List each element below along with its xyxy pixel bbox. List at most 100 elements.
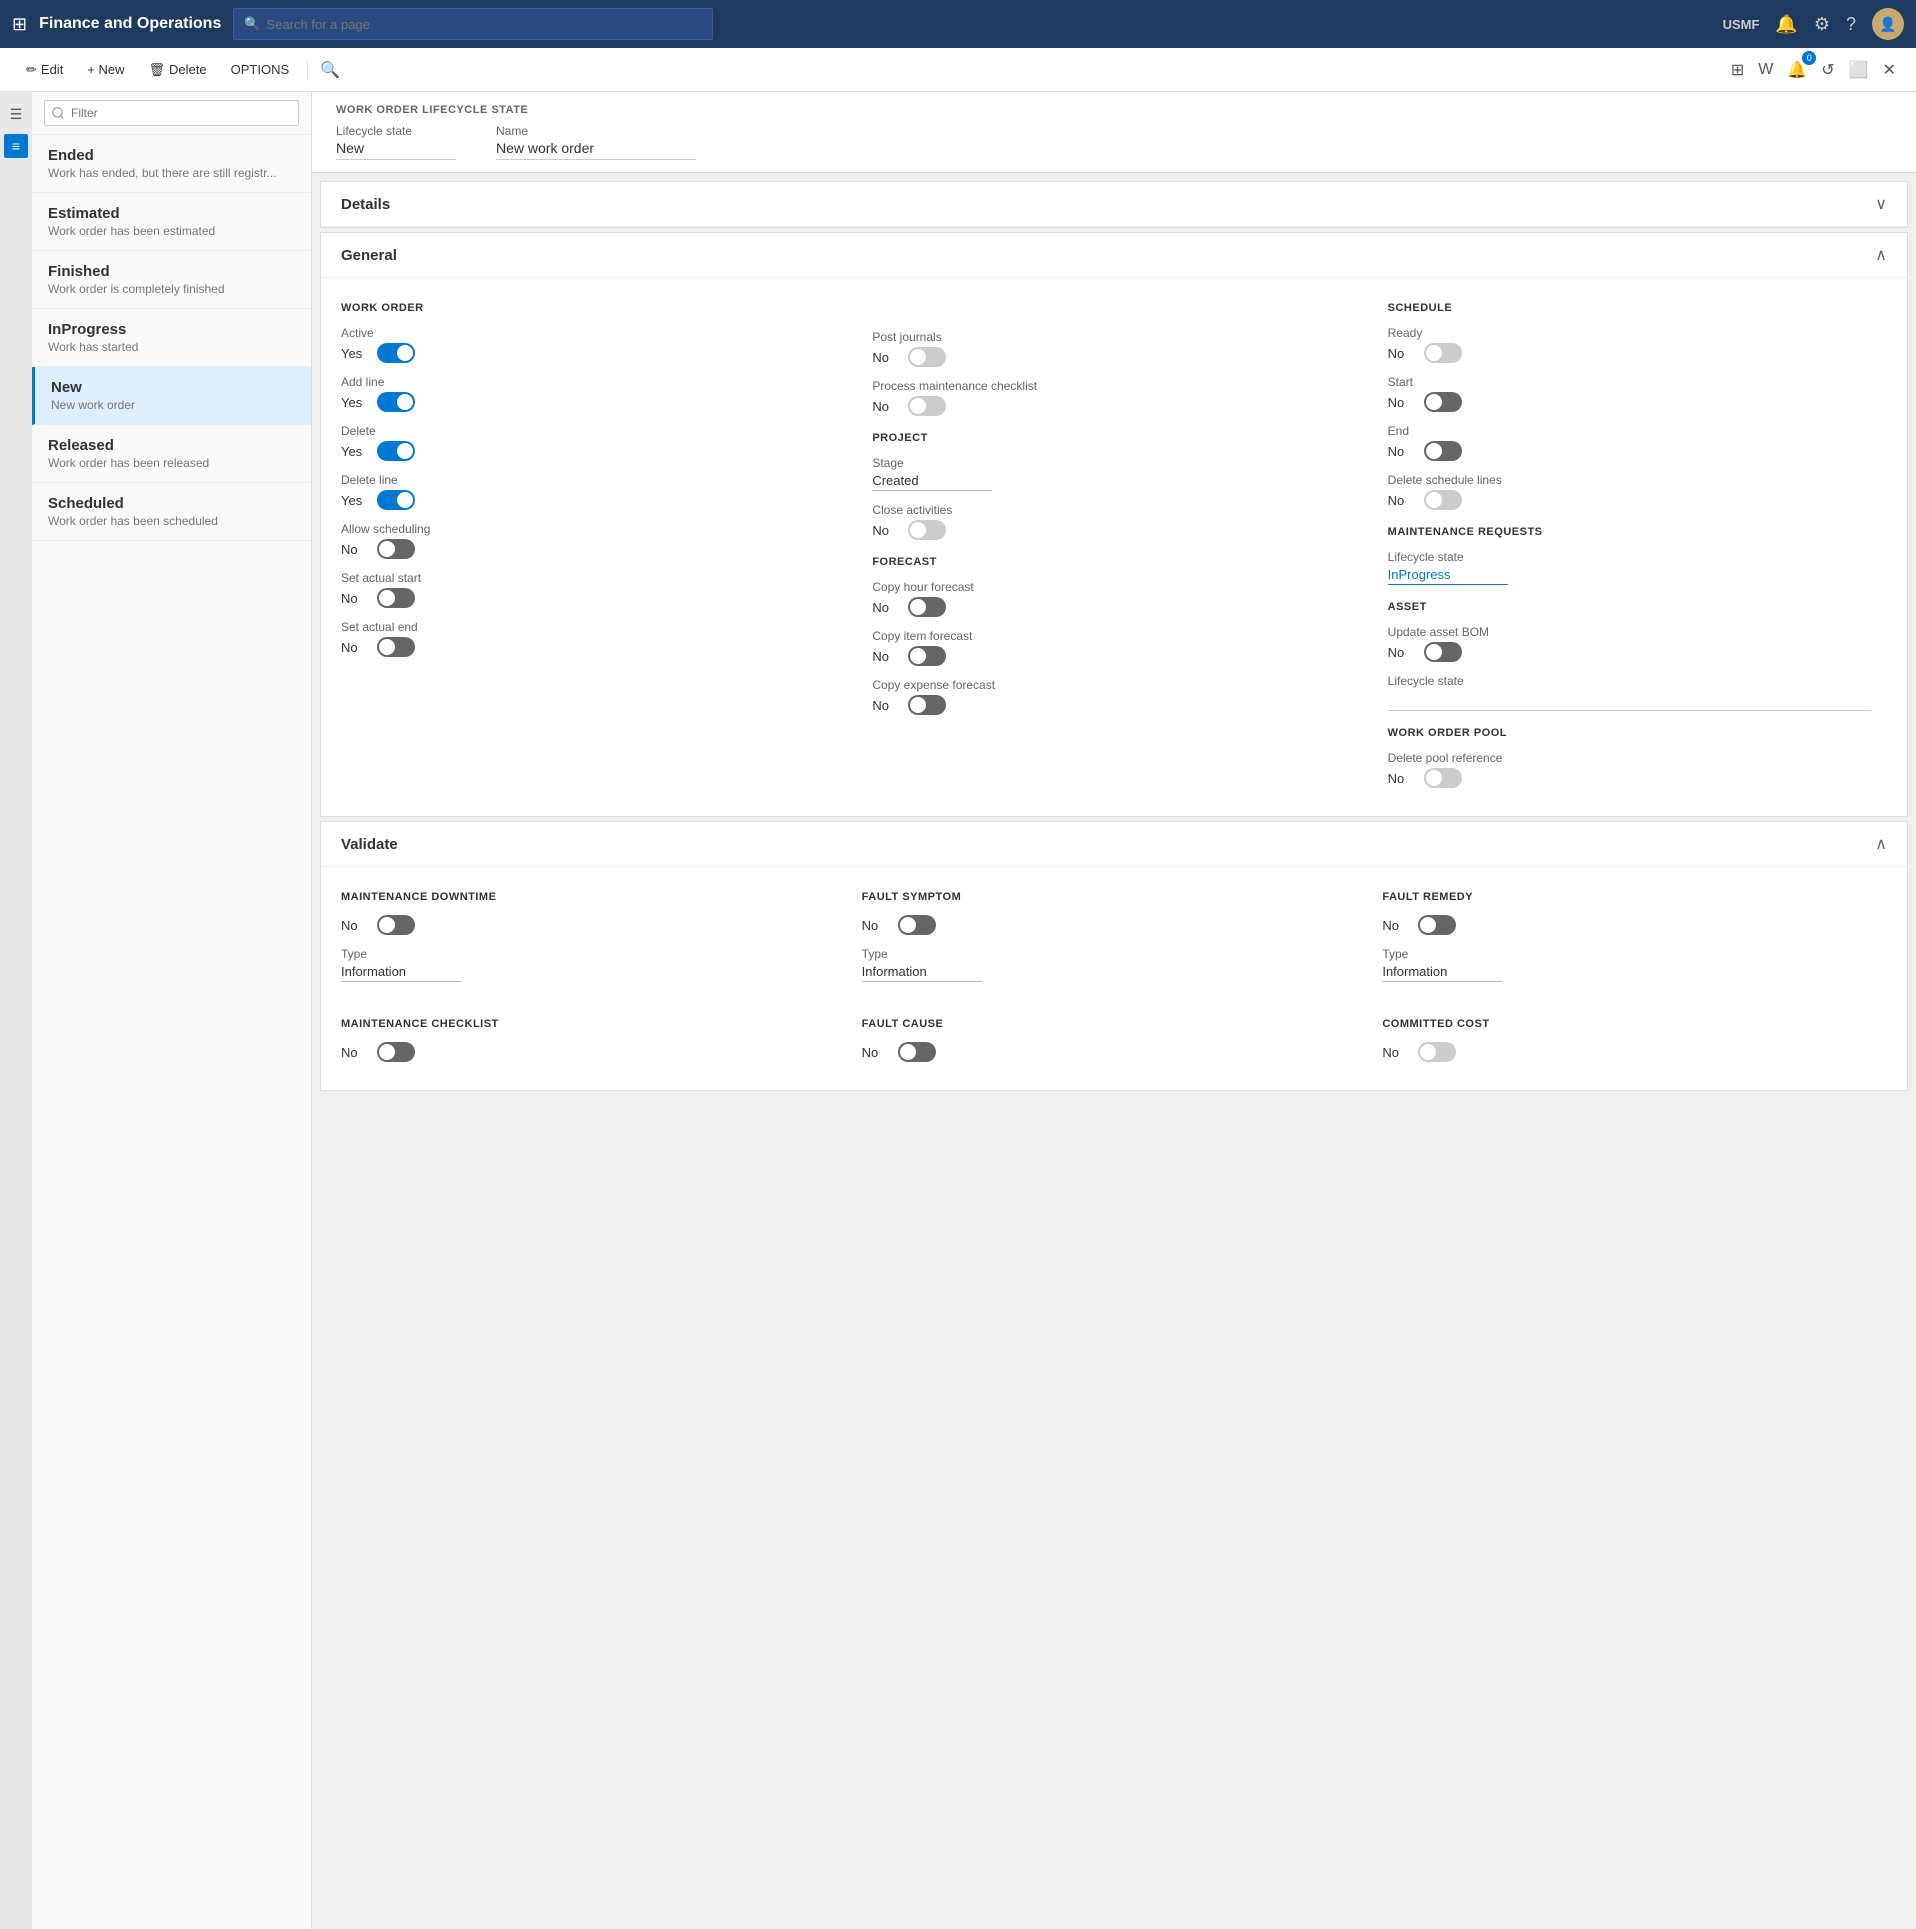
fault-symptom-toggle-row: No	[862, 915, 1367, 935]
lifecycle-state-field: Lifecycle state New	[336, 124, 456, 160]
general-section-title: General	[341, 247, 397, 264]
post-journals-label: Post journals	[872, 330, 1355, 344]
copy-expense-forecast-field: Copy expense forecast No	[872, 678, 1355, 715]
asset-lifecycle-value[interactable]	[1388, 691, 1871, 711]
maint-checklist-toggle[interactable]	[377, 1042, 415, 1062]
fault-cause-label: FAULT CAUSE	[862, 1018, 1367, 1030]
copy-hour-forecast-toggle[interactable]	[908, 597, 946, 617]
refresh-icon[interactable]: ↺	[1817, 56, 1838, 84]
delete-line-toggle[interactable]	[377, 490, 415, 510]
set-actual-start-toggle[interactable]	[377, 588, 415, 608]
menu-strip-icon[interactable]: ☰	[4, 102, 28, 126]
settings-icon[interactable]: ⚙	[1814, 14, 1830, 35]
sidebar-item-scheduled[interactable]: Scheduled Work order has been scheduled	[32, 483, 311, 541]
wo-name-value[interactable]: New work order	[496, 140, 696, 160]
set-actual-end-toggle-label: No	[341, 640, 369, 655]
new-button[interactable]: + New	[77, 57, 134, 82]
details-accordion-header[interactable]: Details	[321, 182, 1907, 227]
delete-line-field: Delete line Yes	[341, 473, 840, 510]
sidebar-filter-input[interactable]	[44, 100, 299, 126]
sidebar-item-new[interactable]: New New work order	[32, 367, 311, 425]
project-stage-value[interactable]: Created	[872, 473, 992, 491]
forecast-label: FORECAST	[872, 556, 1355, 568]
grid-menu-icon[interactable]: ⊞	[12, 14, 27, 35]
sidebar-items-list: Ended Work has ended, but there are stil…	[32, 135, 311, 1929]
lifecycle-state-value[interactable]: New	[336, 140, 456, 160]
copy-hour-forecast-toggle-row: No	[872, 597, 1355, 617]
notification-icon[interactable]: 🔔	[1775, 14, 1797, 35]
delete-toggle[interactable]	[377, 441, 415, 461]
update-asset-bom-toggle-label: No	[1388, 645, 1416, 660]
post-journals-toggle[interactable]	[908, 347, 946, 367]
maint-downtime-toggle[interactable]	[377, 915, 415, 935]
sidebar-item-ended-title: Ended	[48, 147, 295, 164]
schedule-end-toggle-row: No	[1388, 441, 1871, 461]
fault-symptom-toggle[interactable]	[898, 915, 936, 935]
maint-requests-lifecycle-value[interactable]: InProgress	[1388, 567, 1508, 585]
delete-schedule-lines-toggle-row: No	[1388, 490, 1871, 510]
sidebar-item-inprogress[interactable]: InProgress Work has started	[32, 309, 311, 367]
copy-expense-forecast-toggle-row: No	[872, 695, 1355, 715]
delete-schedule-lines-toggle[interactable]	[1424, 490, 1462, 510]
sidebar-item-released[interactable]: Released Work order has been released	[32, 425, 311, 483]
general-accordion-header[interactable]: General	[321, 233, 1907, 278]
maint-downtime-type-value[interactable]: Information	[341, 964, 461, 982]
set-actual-end-toggle[interactable]	[377, 637, 415, 657]
process-maint-checklist-toggle[interactable]	[908, 396, 946, 416]
copy-expense-forecast-toggle-label: No	[872, 698, 900, 713]
list-strip-icon[interactable]: ≡	[4, 134, 28, 158]
validate-accordion-header[interactable]: Validate	[321, 822, 1907, 867]
fault-remedy-type-value[interactable]: Information	[1382, 964, 1502, 982]
search-toolbar-icon[interactable]: 🔍	[316, 56, 344, 84]
schedule-ready-toggle[interactable]	[1424, 343, 1462, 363]
wo-header-section-label: WORK ORDER LIFECYCLE STATE	[336, 104, 1892, 116]
allow-scheduling-toggle[interactable]	[377, 539, 415, 559]
details-section-title: Details	[341, 196, 390, 213]
add-line-toggle[interactable]	[377, 392, 415, 412]
close-activities-label: Close activities	[872, 503, 1355, 517]
fault-cause-toggle[interactable]	[898, 1042, 936, 1062]
close-activities-toggle[interactable]	[908, 520, 946, 540]
maint-downtime-label: MAINTENANCE DOWNTIME	[341, 891, 846, 903]
committed-cost-label: COMMITTED COST	[1382, 1018, 1887, 1030]
close-icon[interactable]: ✕	[1879, 56, 1900, 84]
word-icon[interactable]: W	[1754, 57, 1777, 83]
committed-cost-toggle[interactable]	[1418, 1042, 1456, 1062]
delete-pool-ref-toggle[interactable]	[1424, 768, 1462, 788]
sidebar-item-estimated[interactable]: Estimated Work order has been estimated	[32, 193, 311, 251]
process-maint-checklist-field: Process maintenance checklist No	[872, 379, 1355, 416]
notification-toolbar-icon[interactable]: 🔔0	[1783, 56, 1811, 84]
delete-schedule-lines-toggle-label: No	[1388, 493, 1416, 508]
sidebar-item-finished[interactable]: Finished Work order is completely finish…	[32, 251, 311, 309]
copy-expense-forecast-toggle[interactable]	[908, 695, 946, 715]
search-bar[interactable]: 🔍	[233, 8, 713, 40]
maint-requests-lifecycle-field: Lifecycle state InProgress	[1388, 550, 1871, 585]
wo-name-field: Name New work order	[496, 124, 696, 160]
search-input[interactable]	[267, 17, 703, 32]
copy-item-forecast-toggle[interactable]	[908, 646, 946, 666]
sidebar-item-ended[interactable]: Ended Work has ended, but there are stil…	[32, 135, 311, 193]
schedule-start-toggle[interactable]	[1424, 392, 1462, 412]
fault-remedy-toggle[interactable]	[1418, 915, 1456, 935]
delete-button[interactable]: 🗑 Delete	[139, 57, 217, 83]
help-icon[interactable]: ?	[1846, 14, 1856, 35]
edit-button[interactable]: ✏ Edit	[16, 57, 73, 83]
general-accordion-body: WORK ORDER Active Yes	[321, 278, 1907, 816]
user-avatar[interactable]: 👤	[1872, 8, 1904, 40]
maximize-icon[interactable]: ⬜	[1845, 56, 1873, 84]
content-wrap: Details General WORK ORDER	[312, 181, 1916, 1103]
details-accordion: Details	[320, 181, 1908, 228]
delete-toggle-label: Yes	[341, 444, 369, 459]
committed-cost-toggle-row: No	[1382, 1042, 1887, 1062]
schedule-end-toggle[interactable]	[1424, 441, 1462, 461]
fault-symptom-type-value[interactable]: Information	[862, 964, 982, 982]
post-journals-toggle-label: No	[872, 350, 900, 365]
update-asset-bom-toggle[interactable]	[1424, 642, 1462, 662]
view-icon[interactable]: ⊞	[1727, 56, 1748, 84]
active-toggle[interactable]	[377, 343, 415, 363]
allow-scheduling-toggle-row: No	[341, 539, 840, 559]
copy-hour-forecast-label: Copy hour forecast	[872, 580, 1355, 594]
options-button[interactable]: OPTIONS	[221, 57, 300, 82]
sidebar-item-finished-title: Finished	[48, 263, 295, 280]
set-actual-end-field: Set actual end No	[341, 620, 840, 657]
